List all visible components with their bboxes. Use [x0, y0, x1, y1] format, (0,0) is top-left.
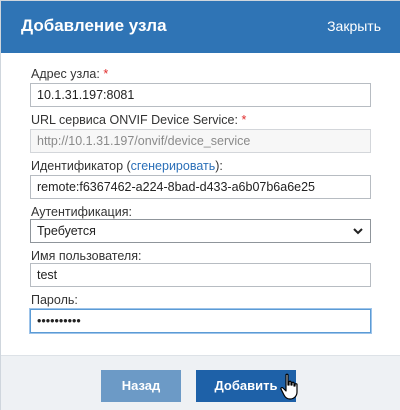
close-button[interactable]: Закрыть [327, 18, 381, 34]
address-input[interactable]: 10.1.31.197:8081 [30, 83, 371, 107]
address-label: Адрес узла: * [31, 67, 108, 81]
auth-select[interactable]: Требуется [30, 219, 371, 243]
identifier-label-prefix: Идентификатор ( [31, 159, 131, 173]
dialog-title: Добавление узла [21, 16, 167, 35]
required-mark: * [241, 113, 247, 127]
dialog-header: Добавление узла Закрыть [1, 1, 400, 53]
username-label: Имя пользователя: [31, 249, 142, 263]
dialog-footer: Назад Добавить [1, 355, 400, 410]
back-button[interactable]: Назад [101, 370, 181, 402]
onvif-url-label: URL сервиса ONVIF Device Service: * [31, 113, 246, 127]
onvif-url-input[interactable]: http://10.1.31.197/onvif/device_service [30, 129, 371, 153]
auth-selected-value: Требуется [37, 224, 96, 238]
auth-label: Аутентификация: [31, 205, 132, 219]
hand-pointer-cursor-icon [280, 373, 298, 400]
required-mark: * [103, 67, 109, 81]
address-label-text: Адрес узла: [31, 67, 100, 81]
password-input[interactable]: •••••••••• [30, 309, 371, 333]
username-input[interactable]: test [30, 263, 371, 287]
dialog-content: Адрес узла: * 10.1.31.197:8081 URL серви… [1, 53, 400, 355]
add-node-dialog: Добавление узла Закрыть Адрес узла: * 10… [0, 0, 400, 410]
identifier-label-suffix: ): [215, 159, 223, 173]
chevron-down-icon [353, 228, 363, 235]
identifier-input[interactable]: remote:f6367462-a224-8bad-d433-a6b07b6a6… [30, 175, 371, 199]
generate-link[interactable]: сгенерировать [131, 159, 216, 173]
identifier-label: Идентификатор (сгенерировать): [31, 159, 223, 173]
onvif-url-label-text: URL сервиса ONVIF Device Service: [31, 113, 238, 127]
password-label: Пароль: [31, 293, 78, 307]
